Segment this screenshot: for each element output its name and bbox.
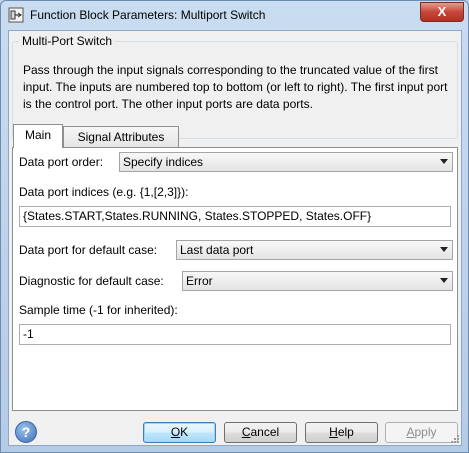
ok-label-rest: K (180, 425, 189, 439)
apply-label-rest: pply (414, 425, 437, 439)
default-case-port-label: Data port for default case: (19, 243, 158, 257)
window-title: Function Block Parameters: Multiport Swi… (30, 8, 266, 22)
main-tab-panel: Data port order: Specify indices Data po… (12, 147, 458, 411)
block-description-group: Multi-Port Switch Pass through the input… (12, 34, 458, 139)
help-label-rest: elp (337, 425, 354, 439)
tab-signal-attributes[interactable]: Signal Attributes (63, 126, 179, 148)
help-mnemonic: H (329, 425, 338, 439)
diagnostic-value: Error (186, 274, 213, 288)
default-case-port-value: Last data port (180, 243, 254, 257)
block-description: Pass through the input signals correspon… (23, 63, 448, 111)
data-port-indices-value: {States.START,States.RUNNING, States.STO… (23, 209, 372, 223)
ok-mnemonic: O (170, 425, 181, 439)
title-bar[interactable]: Function Block Parameters: Multiport Swi… (1, 1, 468, 29)
data-port-order-select[interactable]: Specify indices (119, 152, 453, 172)
block-name: Multi-Port Switch (19, 34, 116, 48)
data-port-order-label: Data port order: (19, 155, 104, 169)
tab-signal-attributes-label: Signal Attributes (77, 130, 165, 144)
cancel-label-rest: ancel (250, 425, 280, 439)
sample-time-value: -1 (23, 327, 34, 341)
apply-mnemonic: A (406, 425, 415, 439)
dialog-window: Function Block Parameters: Multiport Swi… (0, 0, 469, 453)
tab-main-label: Main (24, 128, 51, 142)
apply-button[interactable]: Apply (385, 422, 458, 443)
chevron-down-icon (440, 278, 448, 283)
ok-button[interactable]: OK (143, 422, 216, 443)
sample-time-label: Sample time (-1 for inherited): (19, 303, 178, 317)
data-port-indices-input[interactable]: {States.START,States.RUNNING, States.STO… (19, 206, 451, 227)
chevron-down-icon (440, 247, 448, 252)
tab-main[interactable]: Main (13, 124, 63, 148)
data-port-order-value: Specify indices (123, 155, 204, 169)
chevron-down-icon (440, 159, 448, 164)
data-port-indices-label: Data port indices (e.g. {1,[2,3]}): (19, 185, 189, 199)
cancel-button[interactable]: Cancel (224, 422, 297, 443)
close-button[interactable]: X (420, 2, 464, 22)
matlab-block-icon (8, 7, 24, 23)
default-case-port-select[interactable]: Last data port (176, 240, 453, 260)
diagnostic-select[interactable]: Error (182, 271, 453, 291)
diagnostic-label: Diagnostic for default case: (19, 274, 164, 288)
dialog-client-area: Multi-Port Switch Pass through the input… (8, 30, 462, 446)
resize-grip-icon[interactable] (450, 434, 460, 444)
close-icon: X (437, 4, 447, 19)
sample-time-input[interactable]: -1 (19, 324, 451, 345)
help-button[interactable]: Help (305, 422, 378, 443)
help-icon-glyph: ? (21, 424, 31, 440)
help-icon[interactable]: ? (15, 421, 37, 443)
